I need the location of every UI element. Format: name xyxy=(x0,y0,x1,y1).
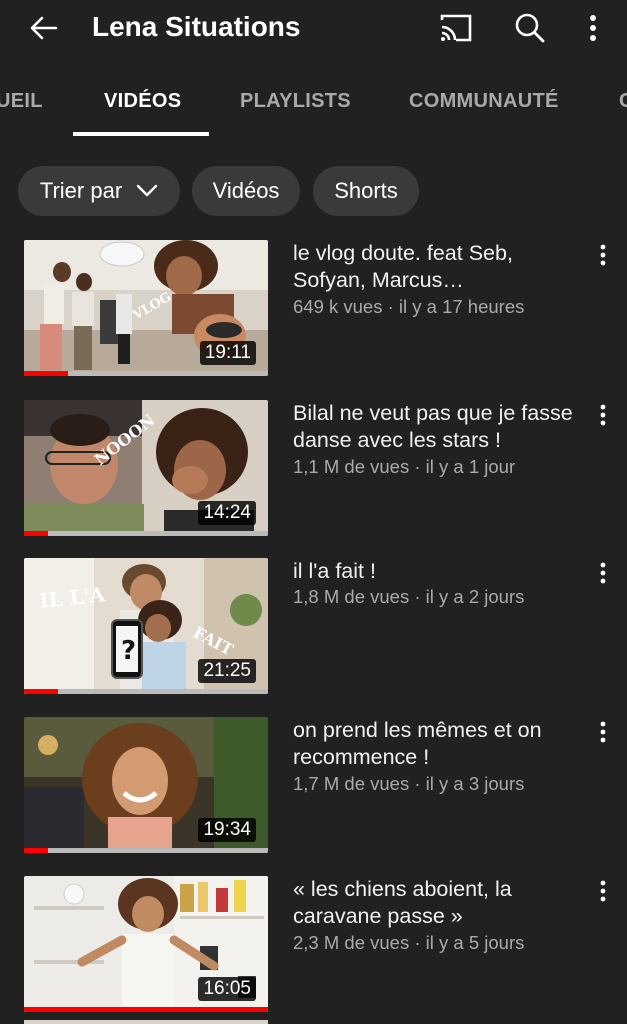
video-duration: 19:11 xyxy=(199,341,256,365)
watch-progress-bar xyxy=(24,848,268,853)
filter-chips: Trier par Vidéos Shorts xyxy=(0,166,627,218)
video-item[interactable]: 19:34 on prend les mêmes et on recommenc… xyxy=(0,717,627,857)
video-duration: 21:25 xyxy=(198,659,256,683)
watch-progress-fill xyxy=(24,1007,268,1012)
video-thumbnail[interactable]: ? IL L'A FAIT 21:25 xyxy=(24,558,268,694)
more-vert-icon[interactable] xyxy=(592,402,614,428)
video-item-partial xyxy=(0,1020,627,1024)
video-meta: 1,1 M de vues · il y a 1 jour xyxy=(293,456,516,477)
watch-progress-fill xyxy=(24,531,49,536)
video-title[interactable]: le vlog doute. feat Seb, Sofyan, Marcus… xyxy=(293,240,583,294)
video-duration: 14:24 xyxy=(198,501,256,525)
video-item[interactable]: ? IL L'A FAIT 21:25 il l'a fait ! 1,8 M … xyxy=(0,558,627,698)
more-vert-icon[interactable] xyxy=(592,719,614,745)
tab-communaute[interactable]: COMMUNAUTÉ xyxy=(409,90,559,113)
tab-videos[interactable]: VIDÉOS xyxy=(104,90,181,113)
more-vert-icon[interactable] xyxy=(578,10,608,46)
video-duration: 16:05 xyxy=(198,977,256,1001)
video-meta: 649 k vues · il y a 17 heures xyxy=(293,296,525,317)
more-vert-icon[interactable] xyxy=(592,242,614,268)
video-title[interactable]: il l'a fait ! xyxy=(293,558,583,585)
shorts-chip[interactable]: Shorts xyxy=(313,166,419,216)
tab-playlists[interactable]: PLAYLISTS xyxy=(240,90,351,113)
video-title[interactable]: « les chiens aboient, la caravane passe … xyxy=(293,876,583,930)
watch-progress-fill xyxy=(24,689,59,694)
video-meta: 1,7 M de vues · il y a 3 jours xyxy=(293,773,525,794)
watch-progress-fill xyxy=(24,371,68,376)
video-thumbnail[interactable]: 16:05 xyxy=(24,876,268,1012)
tab-accueil[interactable]: UEIL xyxy=(0,90,43,113)
video-thumbnail[interactable]: 19:34 xyxy=(24,717,268,853)
video-duration: 19:34 xyxy=(198,818,256,842)
more-vert-icon[interactable] xyxy=(592,560,614,586)
back-arrow-icon[interactable] xyxy=(26,10,62,46)
video-meta: 2,3 M de vues · il y a 5 jours xyxy=(293,932,525,953)
cast-icon[interactable] xyxy=(436,10,476,46)
video-title[interactable]: on prend les mêmes et on recommence ! xyxy=(293,717,583,771)
channel-title: Lena Situations xyxy=(92,11,301,42)
video-thumbnail[interactable]: VLOG 19:11 xyxy=(24,240,268,376)
video-thumbnail[interactable]: NOOON 14:24 xyxy=(24,400,268,536)
watch-progress-fill xyxy=(24,848,49,853)
more-vert-icon[interactable] xyxy=(592,878,614,904)
sort-chip[interactable]: Trier par xyxy=(18,166,180,216)
search-icon[interactable] xyxy=(510,8,550,48)
watch-progress-bar xyxy=(24,531,268,536)
channel-tabs: UEIL VIDÉOS PLAYLISTS COMMUNAUTÉ C xyxy=(0,72,627,138)
watch-progress-bar xyxy=(24,689,268,694)
video-item[interactable]: VLOG 19:11 le vlog doute. feat Seb, Sofy… xyxy=(0,240,627,380)
video-title[interactable]: Bilal ne veut pas que je fasse danse ave… xyxy=(293,400,583,454)
video-meta: 1,8 M de vues · il y a 2 jours xyxy=(293,586,525,607)
active-tab-indicator xyxy=(73,132,209,136)
watch-progress-bar xyxy=(24,371,268,376)
video-item[interactable]: 16:05 « les chiens aboient, la caravane … xyxy=(0,876,627,1016)
video-item[interactable]: NOOON 14:24 Bilal ne veut pas que je fas… xyxy=(0,400,627,540)
svg-text:?: ? xyxy=(121,636,136,666)
watch-progress-bar xyxy=(24,1007,268,1012)
chevron-down-icon xyxy=(136,184,158,197)
sort-chip-label: Trier par xyxy=(39,178,123,203)
video-thumbnail xyxy=(24,1020,268,1024)
videos-chip[interactable]: Vidéos xyxy=(192,166,300,216)
tab-chaines[interactable]: C xyxy=(619,90,627,113)
top-app-bar: Lena Situations xyxy=(0,0,627,56)
